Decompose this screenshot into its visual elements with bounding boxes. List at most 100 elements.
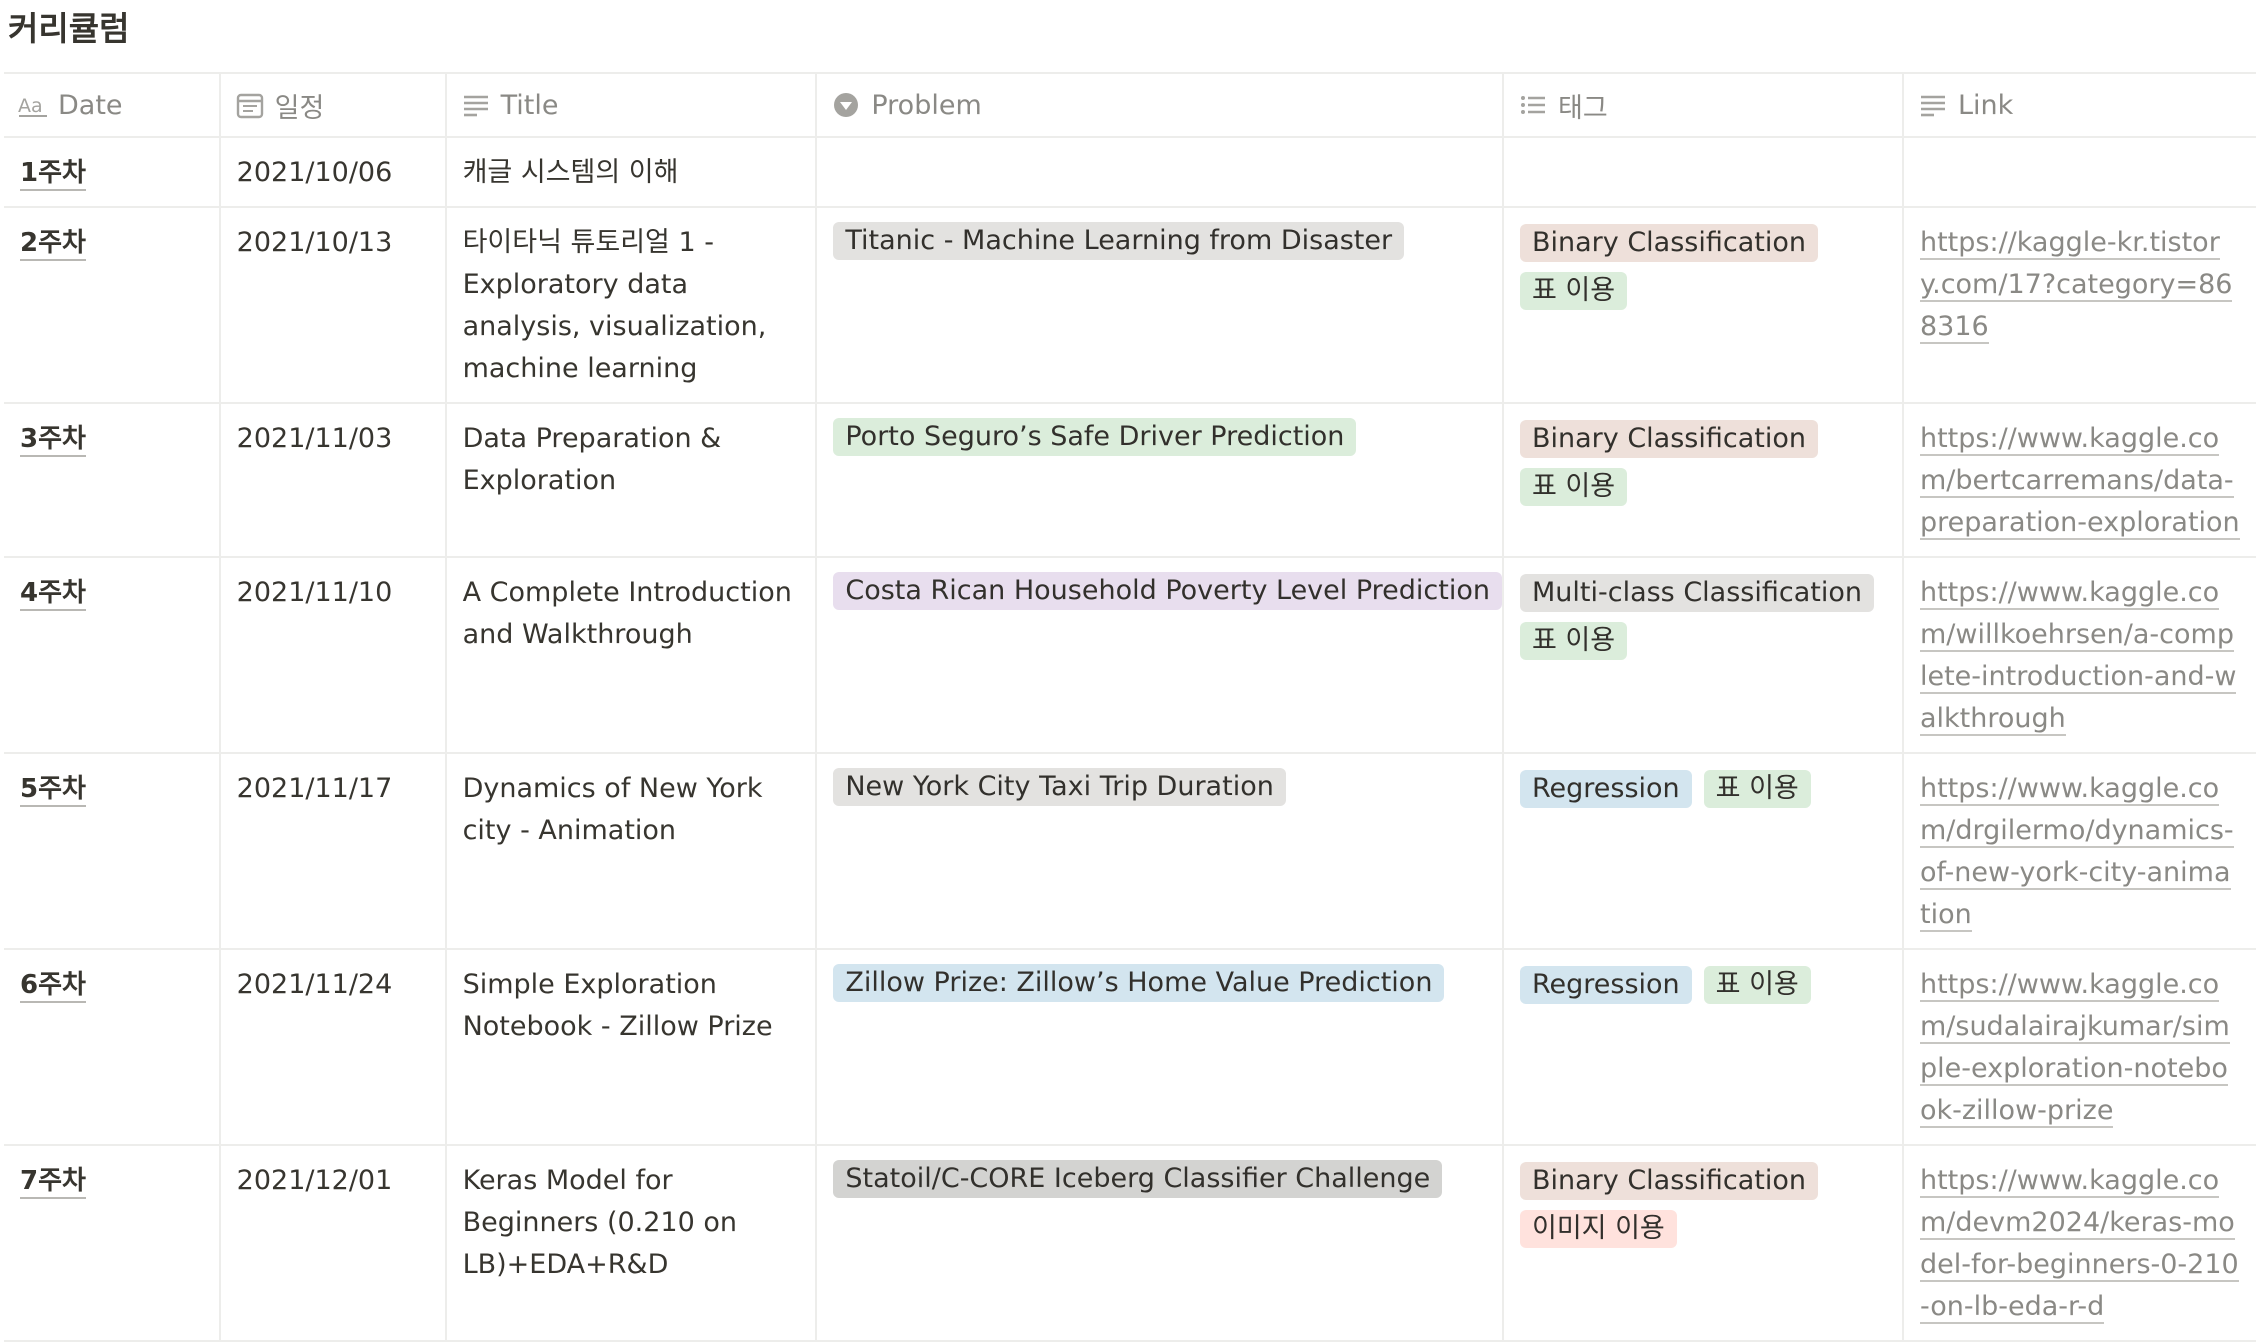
- column-header-link[interactable]: Link: [1902, 72, 2256, 138]
- column-header-problem[interactable]: Problem: [816, 72, 1504, 138]
- cell-schedule[interactable]: 2021/11/10: [219, 557, 447, 754]
- schedule-date: 2021/11/17: [236, 773, 393, 804]
- cell-schedule[interactable]: 2021/12/01: [219, 1145, 447, 1342]
- cell-week[interactable]: 4주차: [4, 557, 221, 754]
- cell-problem[interactable]: New York City Taxi Trip Duration: [816, 753, 1504, 950]
- cell-problem[interactable]: [816, 137, 1504, 208]
- column-label: 일정: [274, 92, 325, 124]
- cell-link[interactable]: https://www.kaggle.com/willkoehrsen/a-co…: [1902, 557, 2256, 754]
- external-link[interactable]: https://kaggle-kr.tistory.com/17?categor…: [1919, 227, 2233, 344]
- table-row[interactable]: 7주차 2021/12/01 Keras Model for Beginners (…: [4, 1145, 2256, 1342]
- tag-chip[interactable]: Regression: [1519, 966, 1692, 1004]
- cell-problem[interactable]: Porto Seguro’s Safe Driver Prediction: [816, 403, 1504, 558]
- tag-chip[interactable]: 표 이용: [1703, 770, 1811, 808]
- database-title[interactable]: 커리큘럼: [8, 4, 129, 54]
- page-link-week[interactable]: 3주차: [20, 423, 86, 457]
- cell-schedule[interactable]: 2021/10/13: [219, 207, 447, 404]
- cell-tags[interactable]: Binary Classification 이미지 이용: [1502, 1145, 1904, 1342]
- cell-title[interactable]: 캐글 시스템의 이해: [445, 137, 818, 208]
- cell-title[interactable]: Keras Model for Beginners (0.210 on LB)+…: [445, 1145, 818, 1342]
- table-row[interactable]: 2주차 2021/10/13 타이타닉 튜토리얼 1 - Exploratory d…: [4, 207, 2256, 404]
- external-link[interactable]: https://www.kaggle.com/sudalairajkumar/s…: [1919, 969, 2230, 1128]
- column-label: 태그: [1557, 92, 1608, 124]
- cell-problem[interactable]: Statoil/C-CORE Iceberg Classifier Challe…: [816, 1145, 1504, 1342]
- cell-schedule[interactable]: 2021/10/06: [219, 137, 447, 208]
- cell-week[interactable]: 2주차: [4, 207, 221, 404]
- curriculum-table: Aa Date 일정 Title Problem 태그 Link 1주차 202…: [4, 72, 2256, 1342]
- problem-tag[interactable]: Statoil/C-CORE Iceberg Classifier Challe…: [833, 1160, 1443, 1198]
- title-property-icon: Aa: [18, 95, 47, 117]
- tag-chip[interactable]: Binary Classification: [1519, 1162, 1818, 1200]
- cell-title[interactable]: 타이타닉 튜토리얼 1 - Exploratory data analysis,…: [445, 207, 818, 404]
- tag-chip[interactable]: Binary Classification: [1519, 420, 1818, 458]
- problem-tag[interactable]: Titanic - Machine Learning from Disaster: [833, 222, 1405, 260]
- cell-problem[interactable]: Zillow Prize: Zillow’s Home Value Predic…: [816, 949, 1504, 1146]
- cell-schedule[interactable]: 2021/11/17: [219, 753, 447, 950]
- problem-tag[interactable]: Porto Seguro’s Safe Driver Prediction: [833, 418, 1357, 456]
- column-header-schedule[interactable]: 일정: [219, 72, 447, 138]
- tag-chip[interactable]: Binary Classification: [1519, 224, 1818, 262]
- cell-schedule[interactable]: 2021/11/03: [219, 403, 447, 558]
- column-header-tags[interactable]: 태그: [1502, 72, 1904, 138]
- column-header-title[interactable]: Title: [445, 72, 818, 138]
- problem-tag[interactable]: New York City Taxi Trip Duration: [833, 768, 1286, 806]
- cell-title[interactable]: A Complete Introduction and Walkthrough: [445, 557, 818, 754]
- tag-chip[interactable]: 표 이용: [1519, 622, 1628, 660]
- notion-page: 커리큘럼 Aa Date 일정 Title Problem 태그 Link 1주…: [0, 0, 2256, 1342]
- title-text: Dynamics of New York city - Animation: [462, 773, 763, 846]
- cell-title[interactable]: Simple Exploration Notebook - Zillow Pri…: [445, 949, 818, 1146]
- tag-chip[interactable]: 표 이용: [1703, 966, 1811, 1004]
- page-link-week[interactable]: 7주차: [20, 1165, 86, 1199]
- problem-tag[interactable]: Zillow Prize: Zillow’s Home Value Predic…: [833, 964, 1445, 1002]
- page-link-week[interactable]: 2주차: [20, 227, 86, 261]
- table-row[interactable]: 1주차 2021/10/06 캐글 시스템의 이해: [4, 137, 2256, 208]
- external-link[interactable]: https://www.kaggle.com/devm2024/keras-mo…: [1919, 1165, 2239, 1324]
- table-row[interactable]: 3주차 2021/11/03 Data Preparation & Explorat…: [4, 403, 2256, 558]
- cell-tags[interactable]: [1502, 137, 1904, 208]
- page-link-week[interactable]: 1주차: [20, 157, 86, 191]
- page-link-week[interactable]: 4주차: [20, 577, 86, 611]
- multi-select-list-icon: [1520, 96, 1545, 114]
- cell-link[interactable]: https://www.kaggle.com/sudalairajkumar/s…: [1902, 949, 2256, 1146]
- page-link-week[interactable]: 5주차: [20, 773, 86, 807]
- svg-text:Aa: Aa: [18, 95, 43, 117]
- cell-title[interactable]: Data Preparation & Exploration: [445, 403, 818, 558]
- cell-link[interactable]: https://www.kaggle.com/drgilermo/dynamic…: [1902, 753, 2256, 950]
- cell-link[interactable]: https://www.kaggle.com/devm2024/keras-mo…: [1902, 1145, 2256, 1342]
- cell-tags[interactable]: Binary Classification 표 이용: [1502, 403, 1904, 558]
- cell-tags[interactable]: Multi-class Classification 표 이용: [1502, 557, 1904, 754]
- cell-week[interactable]: 1주차: [4, 137, 221, 208]
- cell-week[interactable]: 6주차: [4, 949, 221, 1146]
- external-link[interactable]: https://www.kaggle.com/willkoehrsen/a-co…: [1919, 577, 2237, 736]
- text-lines-icon: [463, 95, 488, 117]
- problem-tag[interactable]: Costa Rican Household Poverty Level Pred…: [833, 572, 1501, 610]
- page-link-week[interactable]: 6주차: [20, 969, 86, 1003]
- tag-chip[interactable]: 표 이용: [1519, 468, 1628, 506]
- cell-week[interactable]: 7주차: [4, 1145, 221, 1342]
- cell-problem[interactable]: Titanic - Machine Learning from Disaster: [816, 207, 1504, 404]
- cell-title[interactable]: Dynamics of New York city - Animation: [445, 753, 818, 950]
- cell-tags[interactable]: Regression 표 이용: [1502, 949, 1904, 1146]
- external-link[interactable]: https://www.kaggle.com/bertcarremans/dat…: [1919, 423, 2240, 540]
- header-row: Aa Date 일정 Title Problem 태그 Link: [4, 72, 2256, 138]
- table-row[interactable]: 6주차 2021/11/24 Simple Exploration Notebook…: [4, 949, 2256, 1146]
- table-row[interactable]: 5주차 2021/11/17 Dynamics of New York city -…: [4, 753, 2256, 950]
- cell-link[interactable]: https://kaggle-kr.tistory.com/17?categor…: [1902, 207, 2256, 404]
- cell-week[interactable]: 3주차: [4, 403, 221, 558]
- tag-chip[interactable]: 이미지 이용: [1519, 1210, 1677, 1248]
- schedule-date: 2021/12/01: [236, 1165, 393, 1196]
- cell-link[interactable]: [1902, 137, 2256, 208]
- external-link[interactable]: https://www.kaggle.com/drgilermo/dynamic…: [1919, 773, 2234, 932]
- tag-chip[interactable]: 표 이용: [1519, 272, 1628, 310]
- cell-tags[interactable]: Regression 표 이용: [1502, 753, 1904, 950]
- schedule-date: 2021/11/10: [236, 577, 393, 608]
- cell-link[interactable]: https://www.kaggle.com/bertcarremans/dat…: [1902, 403, 2256, 558]
- cell-tags[interactable]: Binary Classification 표 이용: [1502, 207, 1904, 404]
- cell-problem[interactable]: Costa Rican Household Poverty Level Pred…: [816, 557, 1504, 754]
- table-row[interactable]: 4주차 2021/11/10 A Complete Introduction and…: [4, 557, 2256, 754]
- column-header-date[interactable]: Aa Date: [4, 72, 221, 138]
- tag-chip[interactable]: Regression: [1519, 770, 1692, 808]
- tag-chip[interactable]: Multi-class Classification: [1519, 574, 1874, 612]
- cell-week[interactable]: 5주차: [4, 753, 221, 950]
- cell-schedule[interactable]: 2021/11/24: [219, 949, 447, 1146]
